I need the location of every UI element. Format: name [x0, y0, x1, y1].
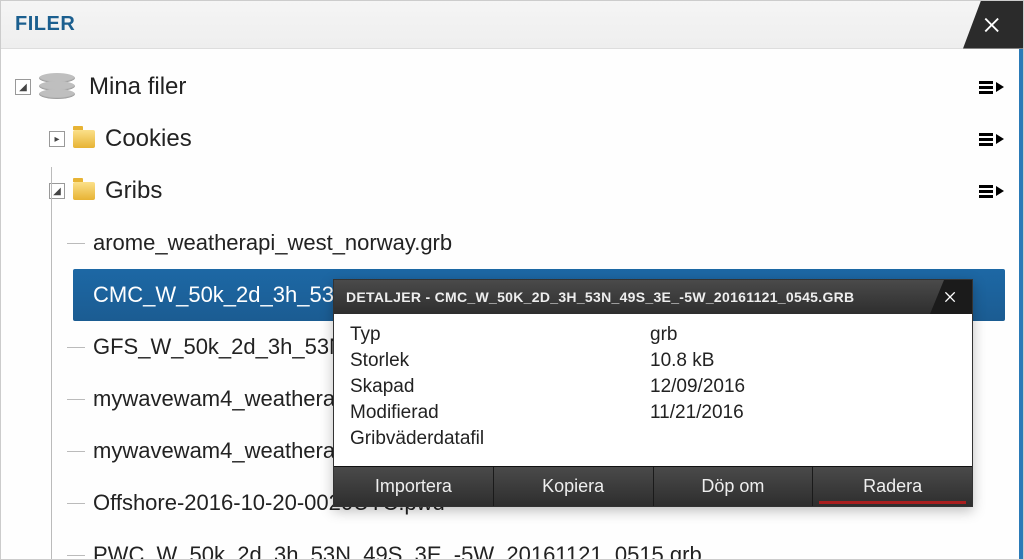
tree-folder-gribs[interactable]: ◢ Gribs [15, 165, 1005, 217]
window-title: FILER [15, 13, 75, 36]
file-label: arome_weatherapi_west_norway.grb [93, 230, 452, 256]
menu-icon[interactable] [977, 76, 1005, 98]
details-close-button[interactable] [930, 280, 972, 314]
menu-icon[interactable] [977, 128, 1005, 150]
created-label: Skapad [350, 376, 650, 398]
description-label: Gribväderdatafil [350, 428, 650, 450]
details-titlebar: DETALJER - CMC_W_50K_2D_3H_53N_49S_3E_-5… [334, 280, 972, 314]
tree-root-node[interactable]: ◢ Mina filer [15, 61, 1005, 113]
rename-button[interactable]: Döp om [654, 467, 814, 506]
folder-icon [73, 130, 95, 148]
details-title: DETALJER - CMC_W_50K_2D_3H_53N_49S_3E_-5… [346, 289, 854, 305]
tree-root-label: Mina filer [89, 73, 186, 101]
expand-toggle[interactable]: ▸ [49, 131, 65, 147]
delete-button[interactable]: Radera [813, 467, 972, 506]
import-button[interactable]: Importera [334, 467, 494, 506]
type-value: grb [650, 324, 677, 346]
details-actions: Importera Kopiera Döp om Radera [334, 466, 972, 506]
modified-label: Modifierad [350, 402, 650, 424]
created-value: 12/09/2016 [650, 376, 745, 398]
tree-folder-cookies[interactable]: ▸ Cookies [15, 113, 1005, 165]
copy-button[interactable]: Kopiera [494, 467, 654, 506]
folder-label: Gribs [105, 177, 162, 205]
menu-icon[interactable] [977, 180, 1005, 202]
titlebar: FILER [1, 1, 1023, 49]
disk-icon [39, 73, 75, 101]
folder-icon [73, 182, 95, 200]
file-item[interactable]: arome_weatherapi_west_norway.grb [15, 217, 1005, 269]
modified-value: 11/21/2016 [650, 402, 744, 424]
file-label: PWC_W_50k_2d_3h_53N_49S_3E_-5W_20161121_… [93, 542, 702, 559]
file-manager-window: FILER ◢ Mina filer [0, 0, 1024, 560]
details-body: Typgrb Storlek10.8 kB Skapad12/09/2016 M… [334, 314, 972, 466]
type-label: Typ [350, 324, 650, 346]
close-icon [943, 289, 959, 305]
close-icon [982, 14, 1004, 36]
content-area: ◢ Mina filer ▸ Cookies [1, 49, 1023, 559]
size-value: 10.8 kB [650, 350, 714, 372]
collapse-toggle[interactable]: ◢ [15, 79, 31, 95]
folder-label: Cookies [105, 125, 192, 153]
file-item[interactable]: PWC_W_50k_2d_3h_53N_49S_3E_-5W_20161121_… [15, 529, 1005, 559]
details-panel: DETALJER - CMC_W_50K_2D_3H_53N_49S_3E_-5… [333, 279, 973, 507]
size-label: Storlek [350, 350, 650, 372]
close-button[interactable] [963, 1, 1023, 49]
